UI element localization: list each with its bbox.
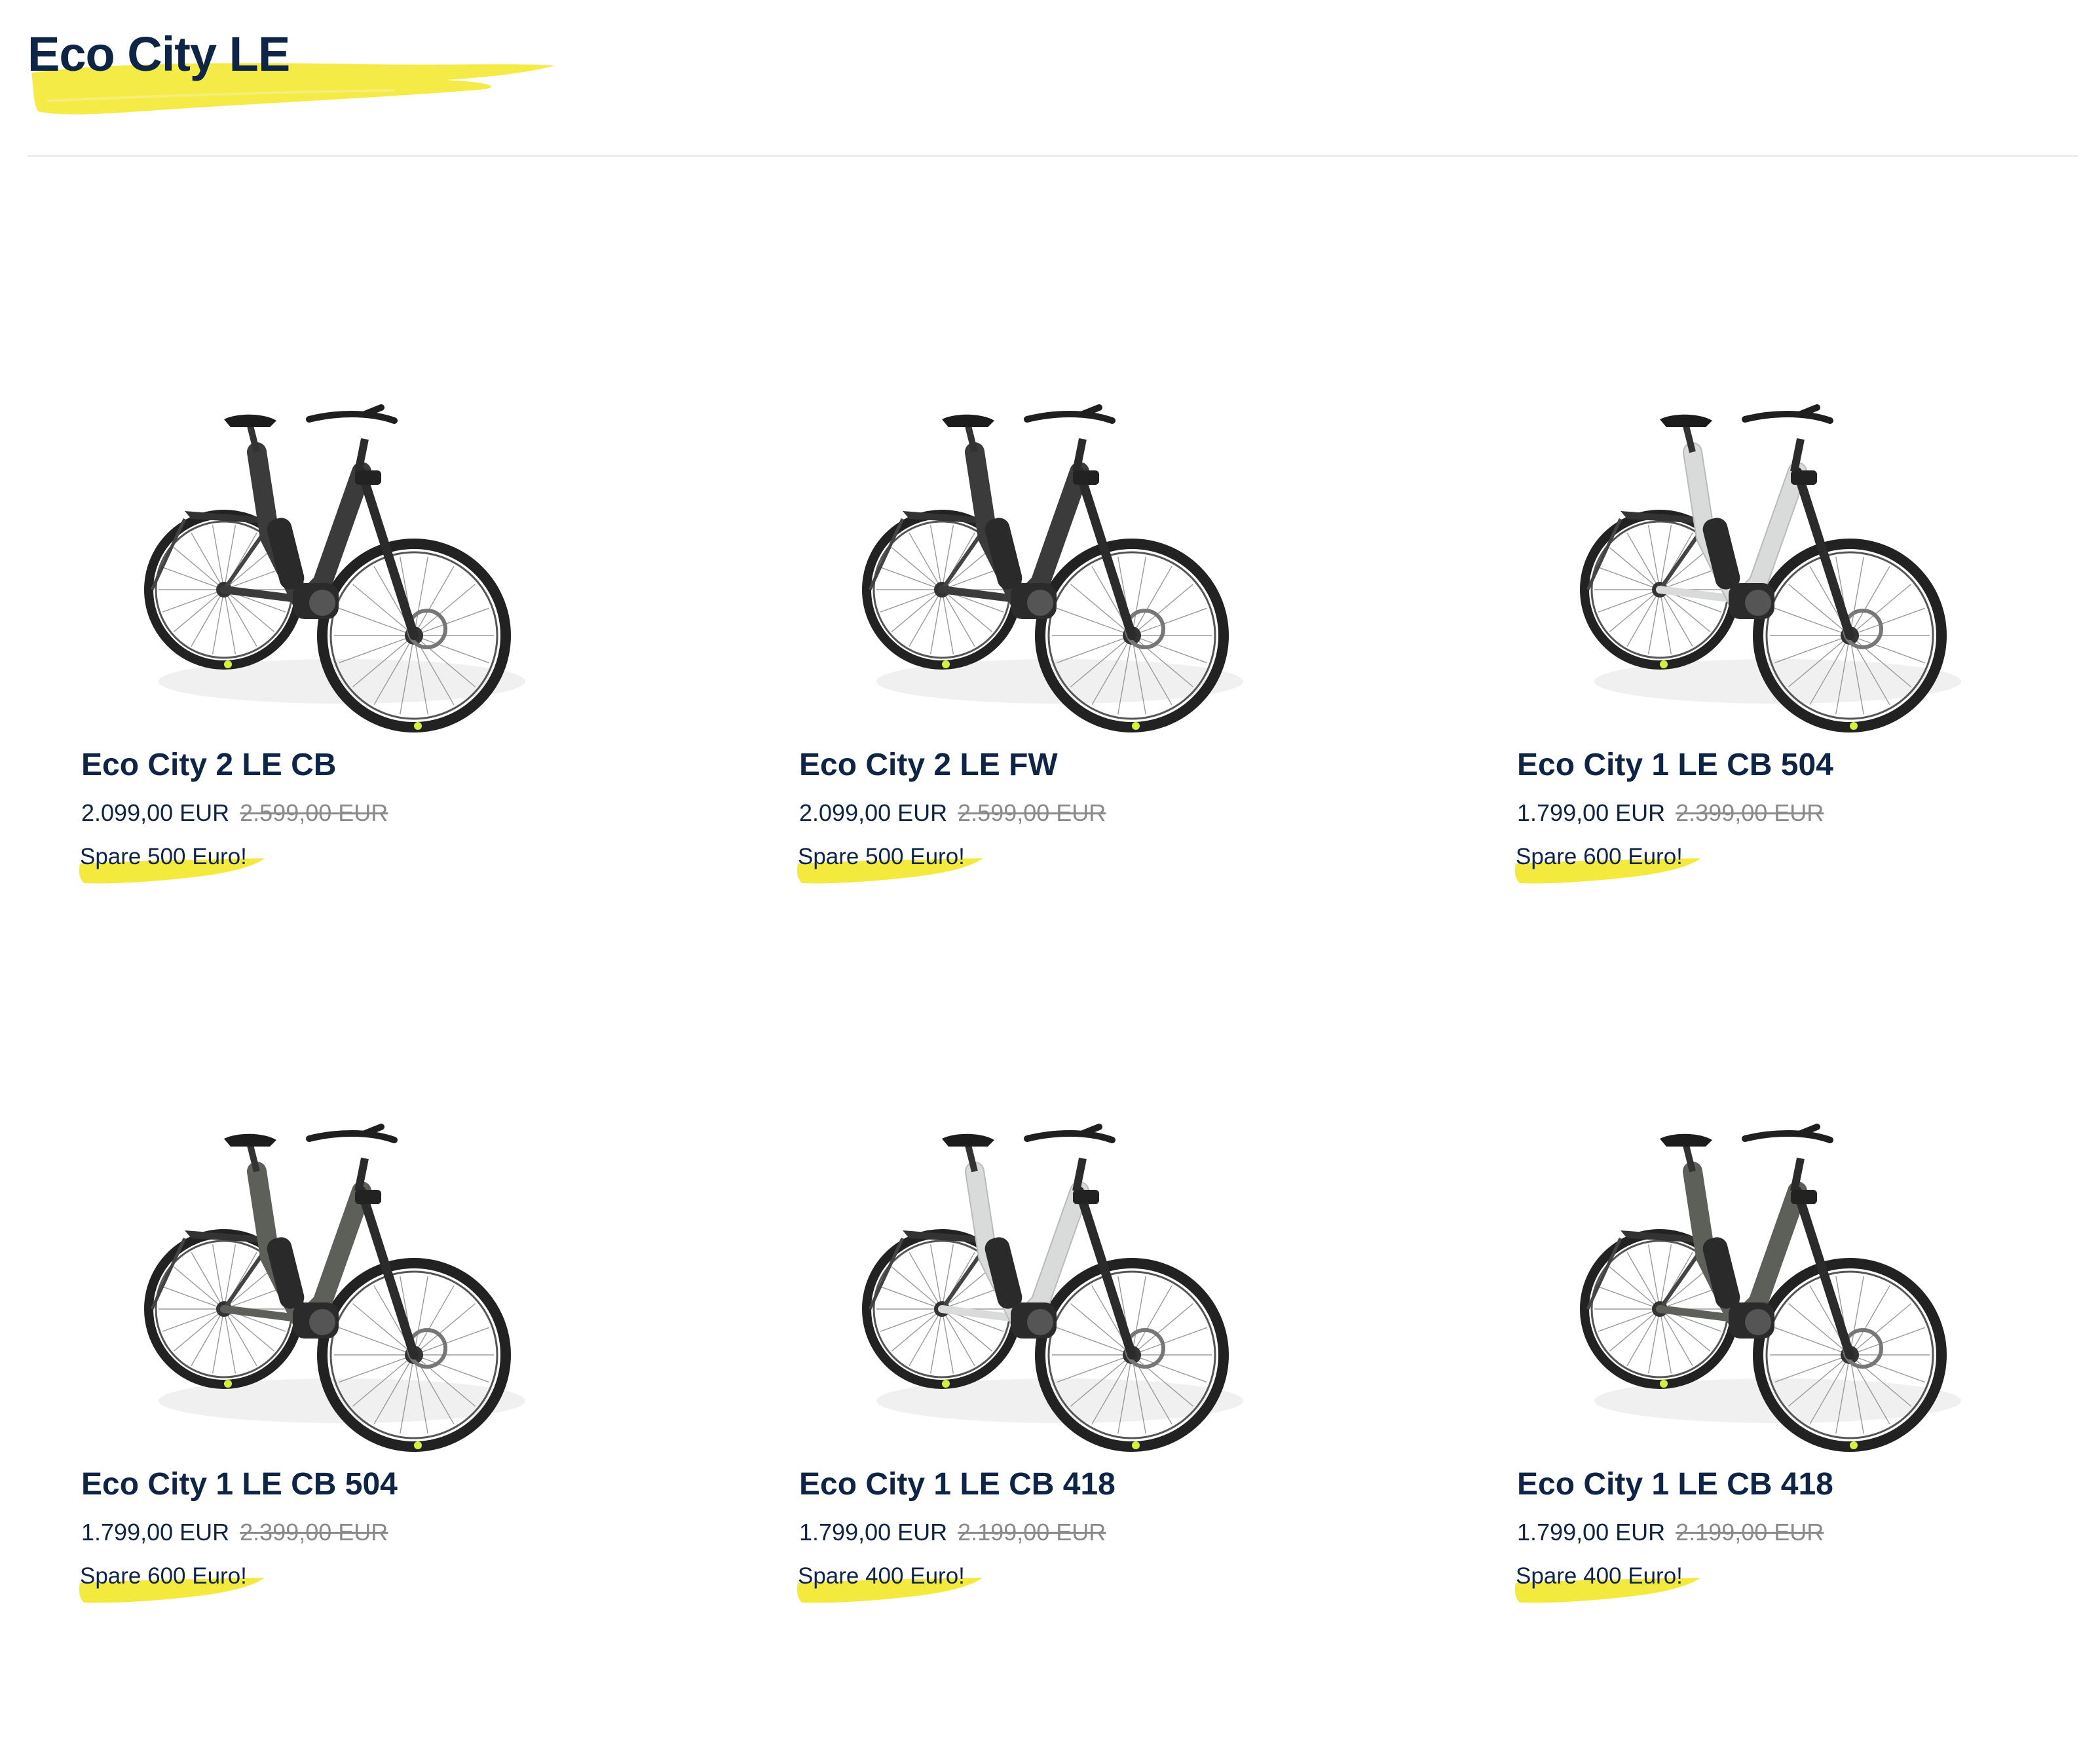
- product-name[interactable]: Eco City 2 LE CB: [81, 747, 336, 783]
- bike-white-image[interactable]: [1542, 373, 2000, 740]
- savings-badge: Spare 600 Euro!: [1514, 844, 1700, 884]
- product-grid: Eco City 2 LE CB 2.099,00 EUR 2.599,00 EU…: [0, 0, 2100, 1603]
- savings-badge: Spare 500 Euro!: [797, 844, 983, 884]
- current-price: 1.799,00 EUR: [799, 1519, 948, 1546]
- savings-text: Spare 500 Euro!: [798, 844, 965, 869]
- current-price: 2.099,00 EUR: [799, 799, 948, 826]
- title-wrap: Eco City LE: [28, 18, 555, 115]
- product-card[interactable]: Eco City 1 LE CB 418 1.799,00 EUR 2.199,0…: [1463, 1093, 2100, 1748]
- product-name[interactable]: Eco City 1 LE CB 504: [1517, 747, 1833, 783]
- product-card[interactable]: Eco City 1 LE CB 418 1.799,00 EUR 2.199,0…: [745, 1093, 1387, 1748]
- product-card[interactable]: Eco City 2 LE FW 2.099,00 EUR 2.599,00 EU…: [745, 373, 1387, 1029]
- bike-dark-image[interactable]: [824, 373, 1283, 740]
- savings-text: Spare 400 Euro!: [1516, 1563, 1683, 1589]
- current-price: 1.799,00 EUR: [81, 1519, 230, 1546]
- current-price: 1.799,00 EUR: [1517, 1519, 1666, 1546]
- page-title: Eco City LE: [28, 27, 290, 81]
- product-name[interactable]: Eco City 2 LE FW: [799, 747, 1058, 783]
- product-name[interactable]: Eco City 1 LE CB 504: [81, 1466, 398, 1502]
- original-price: 2.599,00 EUR: [240, 799, 388, 826]
- original-price: 2.199,00 EUR: [1676, 1519, 1824, 1546]
- product-name[interactable]: Eco City 1 LE CB 418: [1517, 1466, 1833, 1502]
- savings-text: Spare 400 Euro!: [798, 1563, 965, 1589]
- savings-badge: Spare 600 Euro!: [79, 1563, 265, 1603]
- current-price: 2.099,00 EUR: [81, 799, 230, 826]
- savings-text: Spare 600 Euro!: [1516, 844, 1683, 869]
- price-row: 2.099,00 EUR 2.599,00 EUR: [799, 799, 1106, 827]
- original-price: 2.399,00 EUR: [1676, 799, 1824, 826]
- product-card[interactable]: Eco City 1 LE CB 504 1.799,00 EUR 2.399,0…: [1463, 373, 2100, 1029]
- original-price: 2.199,00 EUR: [958, 1519, 1106, 1546]
- savings-text: Spare 500 Euro!: [80, 844, 247, 869]
- price-row: 1.799,00 EUR 2.199,00 EUR: [1517, 1519, 1824, 1546]
- savings-text: Spare 600 Euro!: [80, 1563, 247, 1589]
- product-name[interactable]: Eco City 1 LE CB 418: [799, 1466, 1116, 1502]
- original-price: 2.599,00 EUR: [958, 799, 1106, 826]
- bike-white-image[interactable]: [824, 1093, 1283, 1460]
- price-row: 1.799,00 EUR 2.399,00 EUR: [81, 1519, 388, 1546]
- savings-badge: Spare 500 Euro!: [79, 844, 265, 884]
- product-card[interactable]: Eco City 1 LE CB 504 1.799,00 EUR 2.399,0…: [28, 1093, 669, 1748]
- price-row: 1.799,00 EUR 2.399,00 EUR: [1517, 799, 1824, 827]
- bike-olive-image[interactable]: [106, 1093, 565, 1460]
- savings-badge: Spare 400 Euro!: [797, 1563, 983, 1603]
- original-price: 2.399,00 EUR: [240, 1519, 388, 1546]
- bike-dark-image[interactable]: [106, 373, 565, 740]
- bike-olive-image[interactable]: [1542, 1093, 2000, 1460]
- product-card[interactable]: Eco City 2 LE CB 2.099,00 EUR 2.599,00 EU…: [28, 373, 669, 1029]
- savings-badge: Spare 400 Euro!: [1514, 1563, 1700, 1603]
- price-row: 2.099,00 EUR 2.599,00 EUR: [81, 799, 388, 827]
- price-row: 1.799,00 EUR 2.199,00 EUR: [799, 1519, 1106, 1546]
- current-price: 1.799,00 EUR: [1517, 799, 1666, 826]
